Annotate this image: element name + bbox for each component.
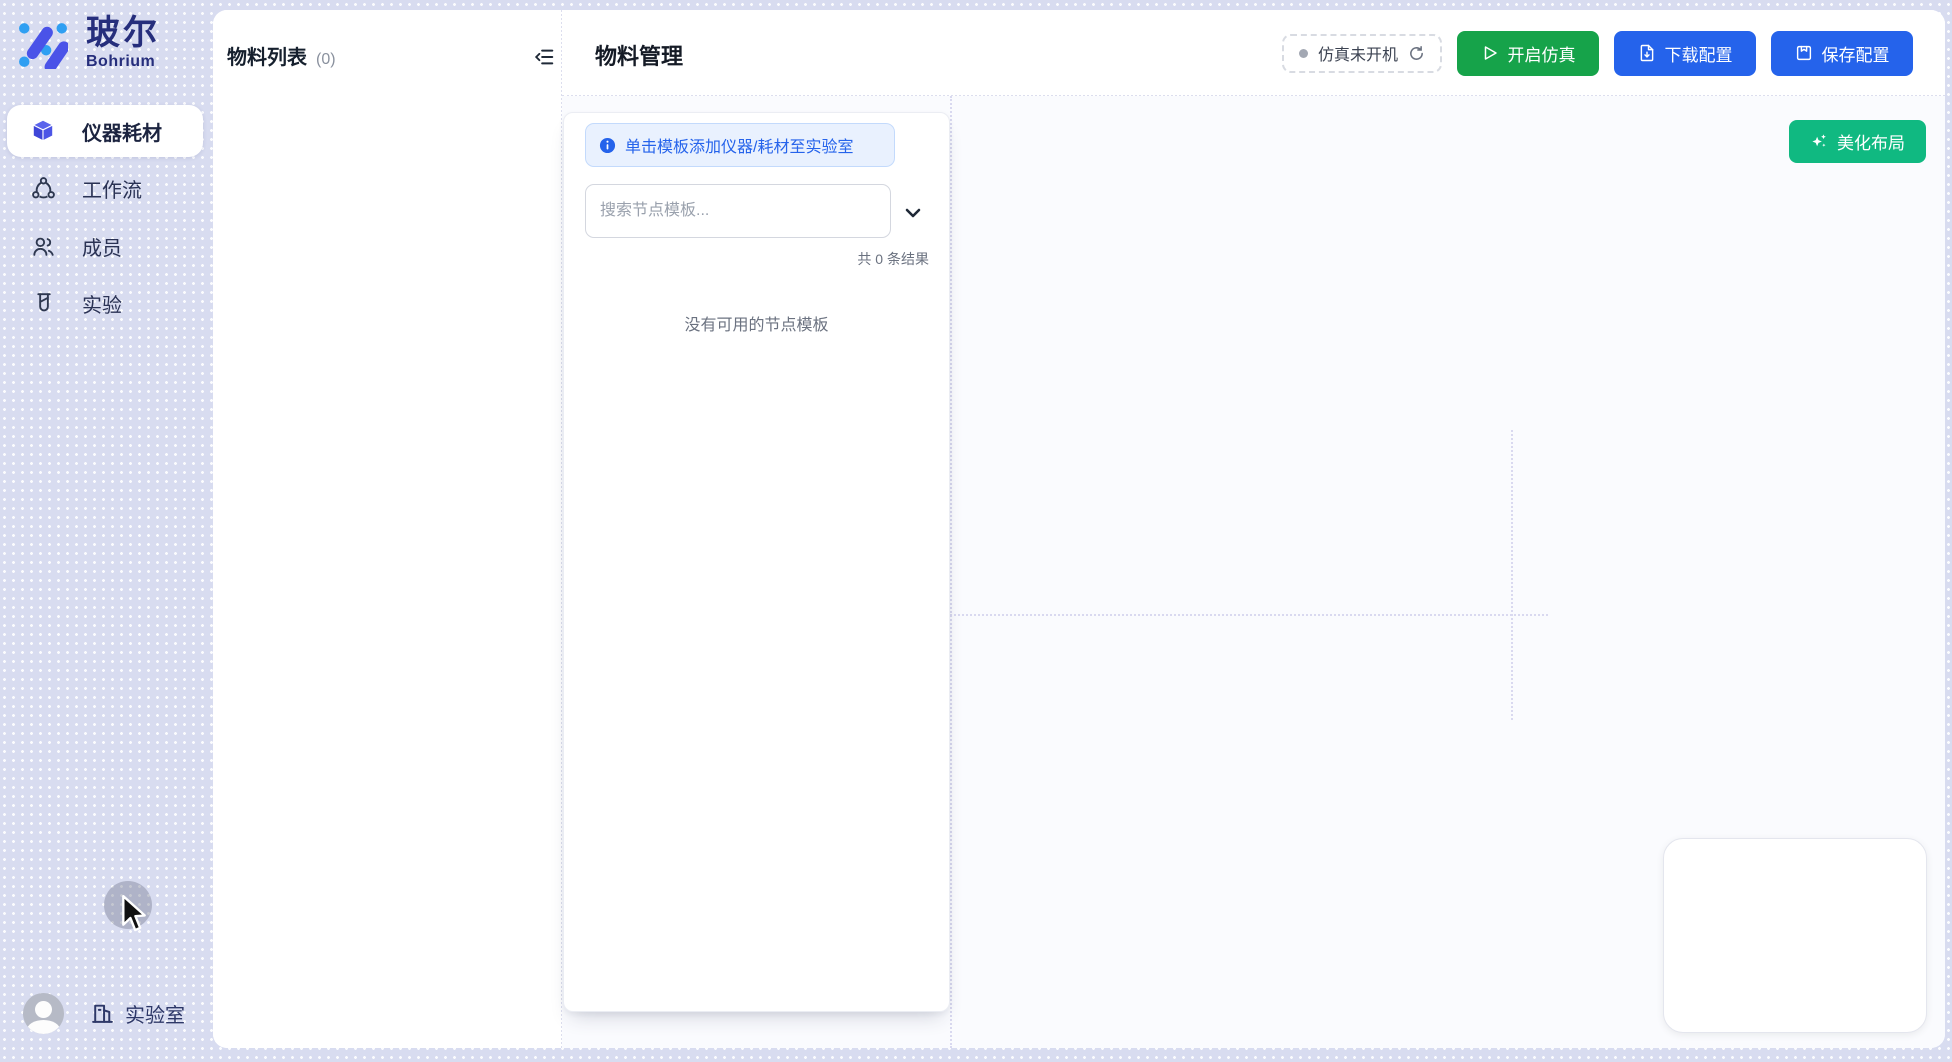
experiment-icon bbox=[30, 290, 56, 316]
members-icon bbox=[30, 233, 56, 259]
start-simulation-button[interactable]: 开启仿真 bbox=[1457, 31, 1599, 76]
canvas-guide-line bbox=[1511, 430, 1513, 720]
template-result-count: 共 0 条结果 bbox=[857, 249, 929, 269]
sidebar-item-label: 工作流 bbox=[82, 174, 142, 203]
lab-label: 实验室 bbox=[125, 999, 185, 1028]
collapse-panel-icon[interactable] bbox=[533, 46, 555, 68]
materials-list-title: 物料列表 bbox=[227, 41, 307, 70]
sidebar-item-label: 实验 bbox=[82, 289, 122, 318]
app-logo: 玻尔 Bohrium bbox=[18, 16, 160, 71]
play-icon bbox=[1481, 44, 1499, 62]
user-avatar[interactable] bbox=[23, 993, 64, 1034]
app-subtitle: Bohrium bbox=[86, 53, 160, 71]
simulation-status-text: 仿真未开机 bbox=[1318, 41, 1398, 65]
materials-list-count: (0) bbox=[316, 51, 336, 69]
page-header: 物料管理 仿真未开机 开启仿真 bbox=[562, 10, 1945, 96]
sparkles-icon bbox=[1810, 132, 1829, 151]
canvas-minimap[interactable] bbox=[1663, 838, 1927, 1033]
template-hint-banner: 单击模板添加仪器/耗材至实验室 bbox=[585, 123, 895, 167]
sidebar-item-instruments[interactable]: 仪器耗材 bbox=[7, 105, 203, 157]
chevron-down-icon[interactable] bbox=[901, 201, 925, 225]
materials-list-panel: 物料列表 (0) bbox=[213, 10, 562, 1048]
save-config-button[interactable]: 保存配置 bbox=[1771, 31, 1913, 76]
lab-switcher[interactable]: 实验室 bbox=[90, 999, 185, 1028]
mouse-cursor bbox=[119, 895, 149, 933]
simulation-status-badge[interactable]: 仿真未开机 bbox=[1282, 34, 1442, 73]
workflow-icon bbox=[30, 175, 56, 201]
template-hint-text: 单击模板添加仪器/耗材至实验室 bbox=[625, 133, 853, 157]
cube-icon bbox=[30, 118, 56, 144]
download-config-button[interactable]: 下载配置 bbox=[1614, 31, 1756, 76]
sidebar-item-experiment[interactable]: 实验 bbox=[7, 277, 203, 329]
canvas-guide-line bbox=[950, 614, 1548, 616]
app-title: 玻尔 bbox=[86, 16, 160, 50]
sidebar-item-label: 成员 bbox=[82, 232, 122, 261]
flow-canvas[interactable]: 美化布局 单击模板添加仪器/耗材至实验室 共 0 条结 bbox=[562, 96, 1945, 1048]
sidebar-item-workflow[interactable]: 工作流 bbox=[7, 162, 203, 214]
bohrium-logo-icon bbox=[18, 19, 68, 69]
info-icon bbox=[599, 137, 616, 154]
content-card: 物料列表 (0) 物料管理 仿真未开机 bbox=[213, 10, 1945, 1048]
building-icon bbox=[90, 1001, 115, 1026]
template-empty-message: 没有可用的节点模板 bbox=[564, 311, 949, 335]
canvas-guide-line bbox=[950, 96, 952, 1048]
file-download-icon bbox=[1638, 44, 1656, 62]
sidebar-item-members[interactable]: 成员 bbox=[7, 220, 203, 272]
sidebar-item-label: 仪器耗材 bbox=[82, 117, 162, 146]
save-icon bbox=[1795, 44, 1813, 62]
template-search-input[interactable] bbox=[585, 184, 891, 238]
beautify-layout-button[interactable]: 美化布局 bbox=[1789, 120, 1926, 163]
page-title: 物料管理 bbox=[595, 39, 683, 71]
node-template-panel: 单击模板添加仪器/耗材至实验室 共 0 条结果 没有可用的节点模板 bbox=[563, 112, 950, 1012]
status-dot-icon bbox=[1299, 49, 1308, 58]
refresh-icon[interactable] bbox=[1408, 45, 1425, 62]
